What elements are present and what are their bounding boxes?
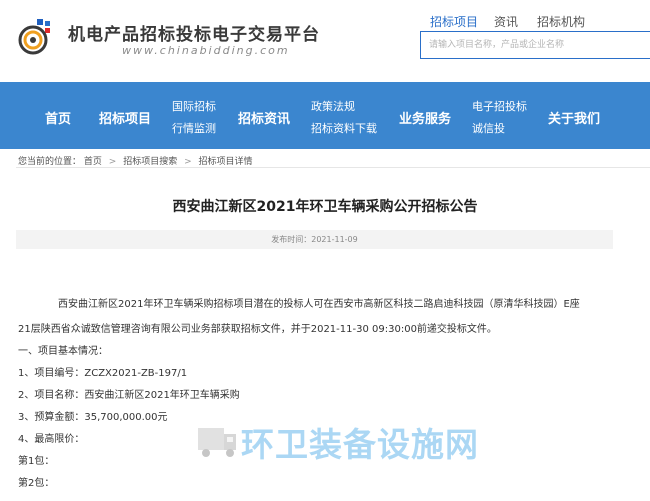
- nav-item-international-line2: 行情监测: [172, 122, 216, 135]
- max-price: 4、最高限价：: [18, 434, 85, 445]
- nav-item-projects[interactable]: 招标项目: [99, 108, 151, 127]
- main-nav: 首页 招标项目 国际招标 行情监测 招标资讯 政策法规 招标资料下载 业务服务 …: [0, 82, 650, 149]
- watermark-text: 环卫装备设施网: [241, 425, 479, 464]
- search-tab-news[interactable]: 资讯: [494, 13, 518, 30]
- breadcrumb-separator: >: [184, 157, 192, 167]
- article-title: 西安曲江新区2021年环卫车辆采购公开招标公告: [172, 199, 478, 215]
- nav-item-news[interactable]: 招标资讯: [238, 108, 290, 127]
- breadcrumb-search[interactable]: 招标项目搜索: [123, 157, 177, 167]
- site-logo-icon[interactable]: [18, 19, 54, 55]
- package-1: 第1包：: [18, 456, 55, 467]
- nav-item-about[interactable]: 关于我们: [548, 108, 600, 127]
- article-paragraph-line2: 21层陕西省众诚致信管理咨询有限公司业务部获取招标文件，并于2021-11-30…: [18, 324, 497, 335]
- breadcrumb-detail[interactable]: 招标项目详情: [199, 157, 253, 167]
- site-title: 机电产品招标投标电子交易平台: [68, 25, 320, 45]
- budget-amount: 3、预算金额：35,700,000.00元: [18, 412, 168, 423]
- nav-item-international-line1: 国际招标: [172, 100, 216, 113]
- nav-item-ebidding-line2: 诚信投: [472, 122, 505, 135]
- nav-item-international[interactable]: 国际招标 行情监测: [172, 96, 216, 140]
- article-paragraph-line1: 西安曲江新区2021年环卫车辆采购招标项目潜在的投标人可在西安市高新区科技二路启…: [58, 299, 580, 310]
- nav-item-policy-line2: 招标资料下载: [311, 122, 377, 135]
- site-url: www.chinabidding.com: [122, 44, 290, 57]
- breadcrumb: 您当前的位置： 首页 > 招标项目搜索 > 招标项目详情: [18, 154, 253, 167]
- nav-item-services[interactable]: 业务服务: [399, 108, 451, 127]
- breadcrumb-prefix: 您当前的位置：: [18, 157, 82, 167]
- watermark: 环卫装备设施网: [196, 416, 626, 466]
- site-header: 机电产品招标投标电子交易平台 www.chinabidding.com 招标项目…: [0, 0, 650, 82]
- nav-item-ebidding[interactable]: 电子招投标 诚信投: [472, 96, 527, 140]
- breadcrumb-home[interactable]: 首页: [84, 157, 102, 167]
- nav-item-ebidding-line1: 电子招投标: [472, 100, 527, 113]
- nav-item-policy[interactable]: 政策法规 招标资料下载: [311, 96, 377, 140]
- breadcrumb-divider: [16, 167, 650, 168]
- search-tab-agencies[interactable]: 招标机构: [537, 13, 585, 30]
- nav-item-policy-line1: 政策法规: [311, 100, 355, 113]
- publish-date-bar: 发布时间：2021-11-09: [16, 230, 613, 249]
- breadcrumb-separator: >: [108, 157, 117, 167]
- project-name: 2、项目名称：西安曲江新区2021年环卫车辆采购: [18, 390, 240, 401]
- nav-item-home[interactable]: 首页: [45, 108, 71, 127]
- package-2: 第2包：: [18, 478, 55, 489]
- search-input[interactable]: [420, 31, 650, 59]
- search-tab-projects[interactable]: 招标项目: [430, 13, 478, 30]
- project-number: 1、项目编号：ZCZX2021-ZB-197/1: [18, 368, 188, 379]
- garbage-truck-icon: [198, 428, 236, 457]
- section-heading: 一、项目基本情况：: [18, 346, 108, 357]
